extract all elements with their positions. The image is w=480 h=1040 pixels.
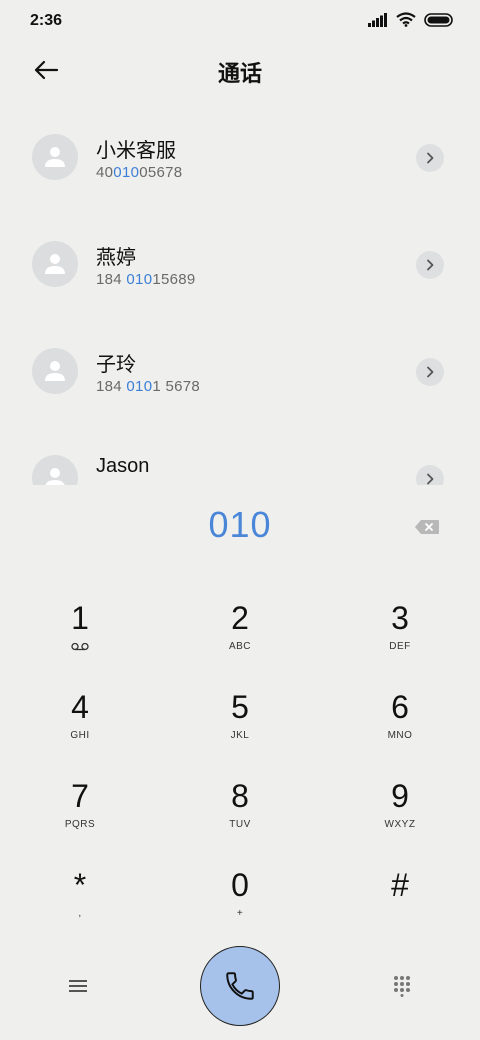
key-letters: +: [236, 908, 244, 919]
chevron-right-icon: [427, 259, 434, 271]
avatar: [32, 241, 78, 287]
key-6[interactable]: 6 MNO: [320, 681, 480, 770]
key-letters: PQRS: [64, 819, 96, 830]
key-digit: #: [391, 867, 409, 903]
matched-digits: 010: [126, 271, 153, 288]
contact-number: 184 0101 5678: [96, 378, 201, 395]
contact-list: 小米客服 4001005678 燕婷 184 01015689 子玲 184 0…: [0, 100, 480, 485]
status-icons: [368, 12, 454, 27]
key-letters: WXYZ: [384, 819, 416, 830]
avatar: [32, 134, 78, 180]
key-letters: ,: [78, 908, 82, 919]
key-letters: ABC: [228, 641, 252, 652]
status-time: 2:36: [30, 12, 63, 29]
avatar: [32, 455, 78, 485]
avatar: [32, 348, 78, 394]
contact-detail-button[interactable]: [416, 251, 444, 279]
key-2[interactable]: 2 ABC: [160, 592, 320, 681]
dialpad-icon: [394, 976, 410, 997]
key-digit: 2: [231, 600, 249, 636]
key-digit: 7: [71, 778, 89, 814]
contact-number: 4001005678: [96, 164, 183, 181]
matched-digits: 010: [113, 164, 140, 181]
chevron-right-icon: [427, 152, 434, 164]
status-bar: 2:36: [0, 0, 480, 42]
key-8[interactable]: 8 TUV: [160, 770, 320, 859]
key-9[interactable]: 9 WXYZ: [320, 770, 480, 859]
header: 通话: [0, 42, 480, 98]
chevron-right-icon: [427, 366, 434, 378]
menu-button[interactable]: [64, 974, 92, 998]
key-letters: TUV: [229, 819, 251, 830]
contact-row[interactable]: Jason: [0, 421, 480, 485]
key-digit: *: [73, 867, 87, 903]
signal-icon: [368, 12, 387, 27]
contact-detail-button[interactable]: [416, 144, 444, 172]
chevron-right-icon: [427, 473, 434, 485]
key-letters: JKL: [230, 730, 250, 741]
key-digit: 8: [231, 778, 249, 814]
key-digit: 0: [231, 867, 249, 903]
contact-name: 小米客服: [96, 140, 176, 162]
key-digit: 5: [231, 689, 249, 725]
battery-icon: [424, 12, 453, 27]
contact-detail-button[interactable]: [416, 465, 444, 485]
key-5[interactable]: 5 JKL: [160, 681, 320, 770]
contact-row[interactable]: 子玲 184 0101 5678: [0, 314, 480, 421]
contact-name: 燕婷: [96, 247, 136, 269]
call-button[interactable]: [200, 946, 280, 1026]
key-4[interactable]: 4 GHI: [0, 681, 160, 770]
person-icon: [45, 361, 65, 381]
person-icon: [45, 254, 65, 274]
backspace-button[interactable]: [413, 517, 441, 537]
key-digit: 1: [71, 600, 89, 636]
contact-number: 184 01015689: [96, 271, 196, 288]
key-7[interactable]: 7 PQRS: [0, 770, 160, 859]
key-0[interactable]: 0 +: [160, 859, 320, 948]
voicemail-icon: [71, 642, 89, 651]
key-star[interactable]: * ,: [0, 859, 160, 948]
wifi-icon: [396, 12, 416, 27]
key-1[interactable]: 1: [0, 592, 160, 681]
key-letters: MNO: [387, 730, 413, 741]
contact-name: Jason: [96, 455, 150, 477]
contact-detail-button[interactable]: [416, 358, 444, 386]
page-title: 通话: [217, 61, 262, 86]
person-icon: [45, 468, 65, 485]
key-digit: 9: [391, 778, 409, 814]
contact-row[interactable]: 燕婷 184 01015689: [0, 207, 480, 314]
key-letters: GHI: [70, 730, 90, 741]
dialpad-toggle-button[interactable]: [388, 972, 416, 1000]
phone-icon: [226, 972, 254, 1000]
dialed-number: 010: [208, 504, 272, 545]
contact-row[interactable]: 小米客服 4001005678: [0, 100, 480, 207]
key-digit: 4: [71, 689, 89, 725]
key-letters: DEF: [389, 641, 411, 652]
bottom-bar: [0, 940, 480, 1040]
backspace-icon: [415, 520, 439, 534]
key-3[interactable]: 3 DEF: [320, 592, 480, 681]
person-icon: [45, 147, 65, 167]
key-digit: 3: [391, 600, 409, 636]
contact-name: 子玲: [96, 354, 136, 376]
key-digit: 6: [391, 689, 409, 725]
matched-digits: 010: [126, 378, 153, 395]
key-hash[interactable]: #: [320, 859, 480, 948]
hamburger-icon: [69, 980, 87, 992]
